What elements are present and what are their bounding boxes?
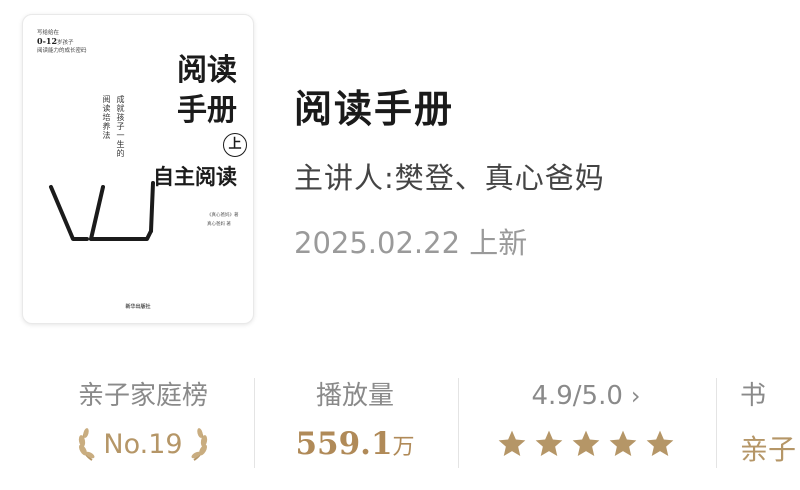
stat-category[interactable]: 书 亲子: [740, 378, 800, 474]
laurel-left-icon: [79, 428, 95, 461]
star-icon: [609, 430, 637, 456]
cover-author-line: 《真心爸妈》著: [207, 213, 239, 218]
stat-ranking[interactable]: 亲子家庭榜 No.19: [48, 378, 238, 474]
book-cover[interactable]: 写给给在 0-12岁孩子 阅读能力的成长密码 阅读 手册 上 自主阅读 成就孩子…: [22, 14, 254, 324]
rating-header: 4.9/5.0 ›: [531, 378, 640, 414]
cover-title: 阅读 手册: [177, 51, 237, 131]
cover-vertical-text: 成就孩子一生的: [116, 95, 125, 158]
star-icon: [498, 430, 526, 456]
cover-publisher: 新华出版社: [125, 304, 151, 310]
audiobook-detail-page: 写给给在 0-12岁孩子 阅读能力的成长密码 阅读 手册 上 自主阅读 成就孩子…: [0, 0, 800, 490]
star-icon: [646, 430, 674, 456]
plays-unit: 万: [392, 435, 415, 460]
ranking-value: No.19: [103, 428, 183, 460]
stat-plays: 播放量 559.1万: [262, 378, 448, 474]
stat-divider: [458, 378, 459, 468]
cover-subtitle: 自主阅读: [153, 164, 237, 189]
cover-author: 《真心爸妈》著 真心爸妈 著: [207, 211, 247, 229]
star-icon: [572, 430, 600, 456]
cover-title-line: 阅读: [177, 53, 237, 88]
cover-author-line: 真心爸妈 著: [207, 222, 231, 227]
cover-line-art-icon: [49, 181, 155, 241]
rating-stars: [495, 424, 677, 464]
category-label: 书: [740, 381, 767, 411]
plays-label: 播放量: [315, 381, 394, 411]
star-icon: [535, 430, 563, 456]
category-value: 亲子: [740, 433, 797, 466]
book-release-date: 2025.02.22 上新: [294, 226, 528, 260]
laurel-right-icon: [191, 428, 207, 461]
cover-title-line: 手册: [177, 93, 237, 128]
cover-vertical-text: 阅读培养法: [102, 95, 111, 140]
stat-rating[interactable]: 4.9/5.0 ›: [468, 378, 704, 474]
cover-tagline-line: 0-12岁孩子: [37, 36, 74, 46]
book-title: 阅读手册: [294, 87, 455, 131]
plays-value: 559.1万: [262, 424, 448, 464]
stat-divider: [716, 378, 717, 468]
rating-value: 4.9/5.0: [531, 381, 623, 411]
cover-tagline-line: 阅读能力的成长密码: [37, 48, 87, 54]
stat-divider: [254, 378, 255, 468]
plays-number: 559.1: [295, 426, 393, 462]
book-speaker[interactable]: 主讲人:樊登、真心爸妈: [294, 155, 605, 197]
chevron-right-icon: ›: [630, 382, 641, 410]
cover-volume-badge: 上: [223, 133, 247, 157]
ranking-label: 亲子家庭榜: [77, 381, 208, 411]
ranking-badge: No.19: [76, 424, 209, 464]
cover-tagline: 写给给在 0-12岁孩子 阅读能力的成长密码: [37, 29, 117, 55]
